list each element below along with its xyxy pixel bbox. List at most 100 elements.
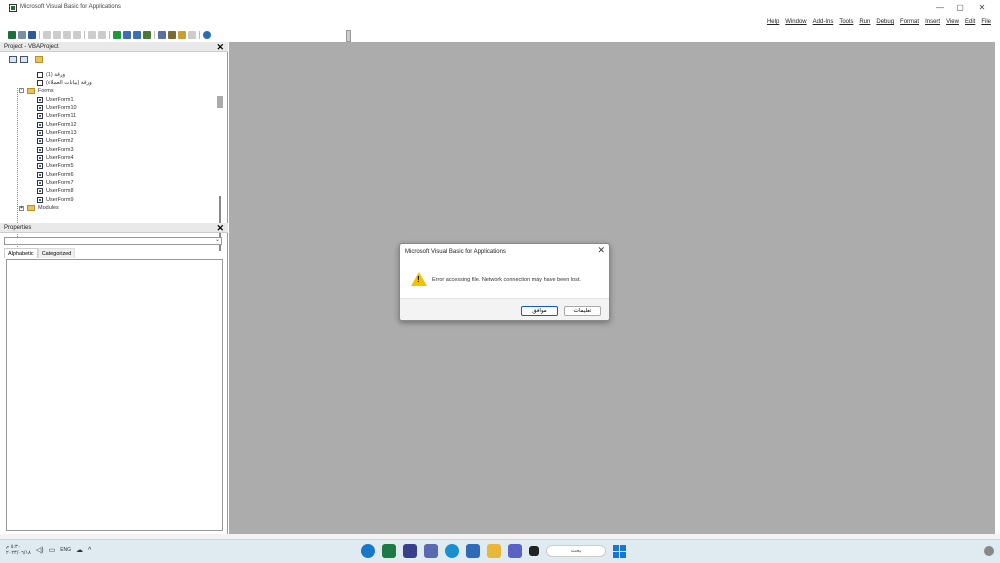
view-excel-icon[interactable] [8, 31, 16, 39]
widgets-icon[interactable] [984, 546, 994, 556]
tree-item[interactable]: UserForm1 [37, 96, 74, 104]
file-explorer-icon[interactable] [487, 544, 501, 558]
project-pane-title: Project - VBAProject [4, 44, 59, 50]
save-icon[interactable] [28, 31, 36, 39]
menu-debug[interactable]: Debug [876, 19, 894, 25]
edge-icon[interactable] [445, 544, 459, 558]
help-button[interactable]: تعليمات [564, 306, 601, 316]
excel-icon[interactable] [382, 544, 396, 558]
design-mode-icon[interactable] [143, 31, 151, 39]
tree-item[interactable]: UserForm3 [37, 146, 74, 154]
tree-item[interactable]: UserForm13 [37, 129, 77, 137]
view-object-icon[interactable] [20, 56, 28, 63]
left-pane: Project - VBAProject ✕ - + ورقة (1) ورقة… [0, 42, 228, 534]
cut-icon[interactable] [43, 31, 51, 39]
toolbox-icon[interactable] [188, 31, 196, 39]
menu-help[interactable]: Help [767, 19, 779, 25]
tree-item[interactable]: UserForm8 [37, 187, 74, 195]
toolbar-grip[interactable] [346, 30, 351, 42]
menu-add-ins[interactable]: Add-Ins [813, 19, 834, 25]
help-icon[interactable] [203, 31, 211, 39]
menu-format[interactable]: Format [900, 19, 919, 25]
properties-pane-close-button[interactable]: ✕ [216, 223, 224, 233]
tree-item-forms-folder[interactable]: Forms [27, 87, 54, 95]
volume-icon[interactable]: ◁) [36, 546, 44, 554]
maximize-button[interactable]: ▢ [952, 2, 968, 14]
teamviewer-icon[interactable] [361, 544, 375, 558]
project-pane-header: Project - VBAProject ✕ [0, 42, 228, 52]
chat-icon[interactable] [508, 544, 522, 558]
system-tray: ٥:٣٠ م ٢٠٢٣/٠٦/١٨ ◁) ▭ ENG ☁ ^ [6, 544, 91, 556]
warning-exclamation-icon: ! [417, 275, 420, 284]
tree-item[interactable]: UserForm4 [37, 154, 74, 162]
project-explorer-icon[interactable] [158, 31, 166, 39]
tree-item[interactable]: UserForm6 [37, 171, 74, 179]
folder-icon [27, 87, 35, 94]
properties-window-icon[interactable] [168, 31, 176, 39]
menu-window[interactable]: Window [785, 19, 806, 25]
menu-edit[interactable]: Edit [965, 19, 975, 25]
menu-file[interactable]: File [981, 19, 991, 25]
network-icon[interactable]: ▭ [49, 546, 56, 554]
menu-insert[interactable]: Insert [925, 19, 940, 25]
properties-grid[interactable] [6, 259, 223, 531]
undo-icon[interactable] [88, 31, 96, 39]
tree-item[interactable]: UserForm12 [37, 121, 77, 129]
copy-icon[interactable] [53, 31, 61, 39]
view-code-icon[interactable] [9, 56, 17, 63]
tree-item[interactable]: UserForm7 [37, 179, 74, 187]
tree-item[interactable]: ورقة (بيانات العملاء) [37, 79, 92, 87]
userform-icon [37, 146, 43, 153]
minimize-button[interactable]: — [932, 2, 948, 14]
tree-item[interactable]: UserForm10 [37, 104, 77, 112]
object-browser-icon[interactable] [178, 31, 186, 39]
store-icon[interactable] [466, 544, 480, 558]
find-icon[interactable] [73, 31, 81, 39]
tab-categorized[interactable]: Categorized [37, 248, 76, 258]
tab-alphabetic[interactable]: Alphabetic [4, 248, 38, 258]
break-icon[interactable] [123, 31, 131, 39]
userform-icon [37, 154, 43, 161]
menu-tools[interactable]: Tools [839, 19, 853, 25]
project-pane-toolbar [0, 54, 228, 66]
ok-button[interactable]: موافق [521, 306, 558, 316]
tree-item[interactable]: UserForm2 [37, 137, 74, 145]
userform-icon [37, 162, 43, 169]
task-view-icon[interactable] [529, 546, 539, 556]
insert-userform-icon[interactable] [18, 31, 26, 39]
tree-item-modules-folder[interactable]: Modules [27, 204, 59, 212]
clock[interactable]: ٥:٣٠ م ٢٠٢٣/٠٦/١٨ [6, 544, 31, 556]
toolbar-separator [84, 31, 85, 39]
object-select[interactable]: ⌄ [4, 237, 222, 245]
menu-view[interactable]: View [946, 19, 959, 25]
toolbar-separator [199, 31, 200, 39]
app-icon[interactable] [424, 544, 438, 558]
language-indicator[interactable]: ENG [60, 547, 71, 553]
taskbar-search[interactable]: بحث [546, 545, 606, 557]
tree-item[interactable]: UserForm11 [37, 112, 76, 120]
dialog-close-button[interactable]: ✕ [597, 245, 605, 256]
toolbar-separator [154, 31, 155, 39]
chevron-up-icon[interactable]: ^ [88, 547, 91, 554]
tree-item[interactable]: ورقة (1) [37, 71, 65, 79]
window-title: Microsoft Visual Basic for Applications [20, 4, 121, 10]
scroll-up-arrow-icon[interactable] [217, 96, 223, 108]
tree-item[interactable]: UserForm9 [37, 196, 74, 204]
start-button[interactable] [613, 544, 626, 558]
toggle-folders-icon[interactable] [35, 56, 43, 63]
userform-icon [37, 196, 43, 203]
close-window-button[interactable]: ✕ [974, 2, 990, 14]
tree-item[interactable]: UserForm5 [37, 162, 74, 170]
run-icon[interactable] [113, 31, 121, 39]
chevron-down-icon: ⌄ [214, 237, 220, 243]
redo-icon[interactable] [98, 31, 106, 39]
properties-tabs: Alphabetic Categorized [4, 248, 76, 258]
project-pane-close-button[interactable]: ✕ [216, 42, 224, 52]
menu-run[interactable]: Run [859, 19, 870, 25]
vba-taskbar-icon[interactable] [403, 544, 417, 558]
onedrive-icon[interactable]: ☁ [76, 546, 83, 554]
code-workspace[interactable] [229, 42, 995, 534]
project-tree-scrollbar[interactable] [216, 96, 224, 258]
reset-icon[interactable] [133, 31, 141, 39]
paste-icon[interactable] [63, 31, 71, 39]
